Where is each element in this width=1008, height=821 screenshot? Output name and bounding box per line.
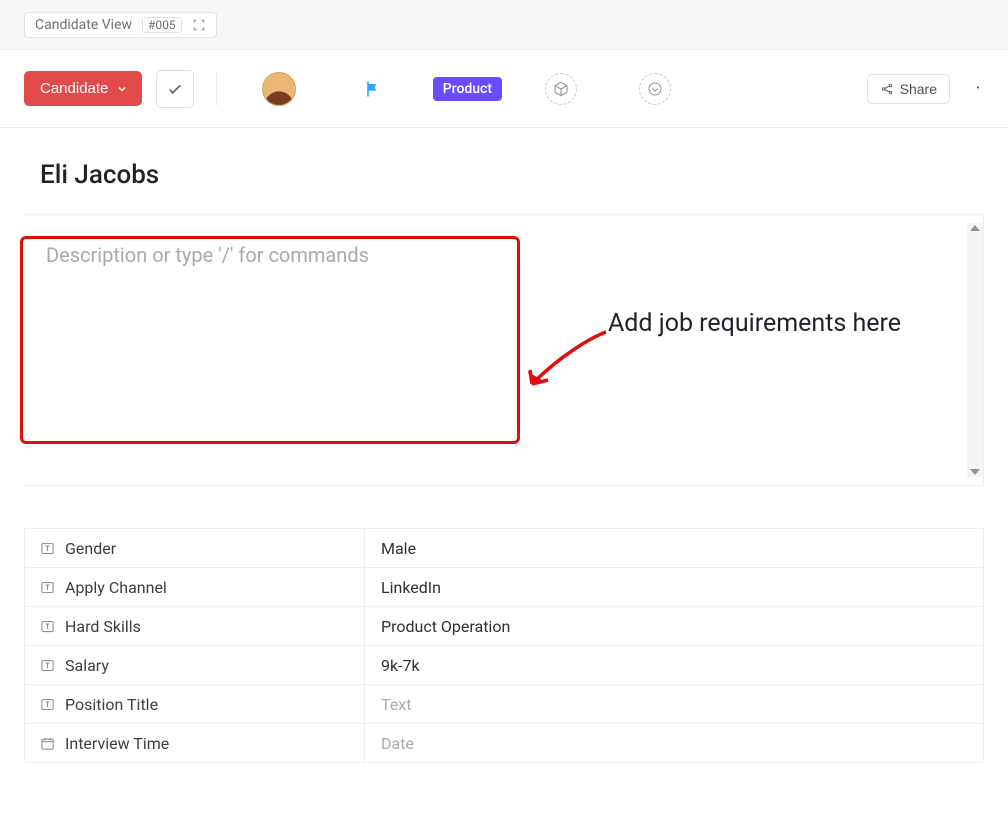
field-label-text: Apply Channel (65, 578, 167, 597)
field-row: Position Title Text (25, 685, 983, 724)
approve-button[interactable] (156, 70, 194, 108)
field-label[interactable]: Hard Skills (25, 607, 365, 645)
add-package-button[interactable] (545, 73, 577, 105)
chevron-down-circle-icon (647, 81, 663, 97)
field-row: Salary 9k-7k (25, 646, 983, 685)
field-value[interactable]: LinkedIn (365, 568, 983, 606)
text-field-icon (39, 657, 55, 673)
field-label[interactable]: Apply Channel (25, 568, 365, 606)
share-label: Share (900, 81, 937, 97)
share-button[interactable]: Share (867, 74, 950, 104)
text-field-icon (39, 579, 55, 595)
text-field-icon (39, 618, 55, 634)
breadcrumb-bar: Candidate View #005 (0, 0, 1008, 50)
page-title[interactable]: Eli Jacobs (0, 128, 1008, 214)
field-label[interactable]: Interview Time (25, 724, 365, 762)
calendar-icon (39, 735, 55, 751)
field-value[interactable]: Date (365, 724, 983, 762)
flag-icon[interactable] (363, 79, 383, 99)
check-icon (166, 80, 184, 98)
chevron-down-icon (116, 83, 128, 95)
share-icon (880, 82, 894, 96)
field-row: Gender Male (25, 529, 983, 568)
description-editor[interactable]: Description or type '/' for commands (24, 214, 984, 486)
expand-icon[interactable] (192, 18, 206, 32)
scroll-down-icon[interactable] (970, 469, 980, 475)
toolbar-separator (216, 72, 217, 106)
field-value[interactable]: Product Operation (365, 607, 983, 645)
field-value[interactable]: Text (365, 685, 983, 723)
field-label-text: Position Title (65, 695, 158, 714)
breadcrumb-view-label: Candidate View (35, 17, 132, 33)
field-label-text: Salary (65, 656, 109, 675)
field-row: Interview Time Date (25, 724, 983, 763)
field-label[interactable]: Position Title (25, 685, 365, 723)
field-label[interactable]: Gender (25, 529, 365, 567)
field-value[interactable]: 9k-7k (365, 646, 983, 684)
field-row: Apply Channel LinkedIn (25, 568, 983, 607)
cube-icon (553, 81, 569, 97)
field-label-text: Interview Time (65, 734, 169, 753)
product-tag[interactable]: Product (433, 77, 502, 101)
add-verify-button[interactable] (639, 73, 671, 105)
more-menu-button[interactable]: · (972, 78, 984, 99)
field-value[interactable]: Male (365, 529, 983, 567)
description-placeholder: Description or type '/' for commands (46, 243, 369, 267)
scrollbar[interactable] (967, 223, 983, 477)
field-label-text: Gender (65, 539, 116, 558)
annotation-text: Add job requirements here (608, 306, 968, 341)
text-field-icon (39, 696, 55, 712)
avatar[interactable] (262, 72, 296, 106)
annotation-arrow-icon (520, 326, 610, 396)
fields-table: GenderMaleApply ChannelLinkedInHard Skil… (24, 528, 984, 763)
field-label[interactable]: Salary (25, 646, 365, 684)
breadcrumb[interactable]: Candidate View #005 (24, 12, 217, 38)
breadcrumb-record-id: #005 (142, 17, 182, 33)
candidate-dropdown-label: Candidate (40, 80, 108, 97)
scroll-up-icon[interactable] (970, 225, 980, 231)
toolbar: Candidate Product Share · (0, 50, 1008, 128)
candidate-dropdown-button[interactable]: Candidate (24, 71, 142, 106)
field-row: Hard Skills Product Operation (25, 607, 983, 646)
text-field-icon (39, 540, 55, 556)
field-label-text: Hard Skills (65, 617, 141, 636)
